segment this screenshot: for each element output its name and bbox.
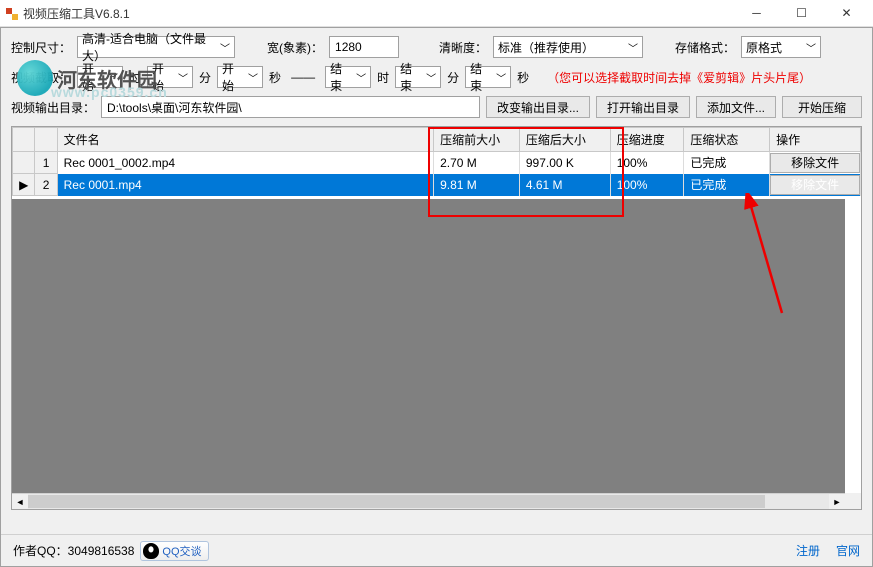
- outdir-label: 视频输出目录：: [11, 99, 95, 116]
- window-title: 视频压缩工具V6.8.1: [23, 5, 734, 22]
- file-table[interactable]: 文件名 压缩前大小 压缩后大小 压缩进度 压缩状态 操作 1Rec 0001_0…: [12, 127, 861, 196]
- chevron-down-icon: ﹀: [426, 70, 436, 85]
- cell-progress: 100%: [610, 174, 684, 196]
- hour-label: 时: [129, 69, 141, 86]
- remove-file-button[interactable]: 移除文件: [770, 175, 860, 195]
- size-label: 控制尺寸：: [11, 39, 71, 56]
- end-sec-select[interactable]: 结束﹀: [465, 66, 511, 88]
- website-link[interactable]: 官网: [836, 542, 860, 559]
- row-pointer: ▶: [13, 174, 35, 196]
- start-compress-button[interactable]: 开始压缩: [782, 96, 862, 118]
- header-progress[interactable]: 压缩进度: [610, 128, 684, 152]
- titlebar: 视频压缩工具V6.8.1 ─ ☐ ✕: [0, 0, 873, 27]
- scroll-right-button[interactable]: ►: [829, 494, 845, 510]
- clarity-label: 清晰度：: [439, 39, 487, 56]
- remove-file-button[interactable]: 移除文件: [770, 153, 860, 173]
- clarity-select[interactable]: 标准（推荐使用） ﹀: [493, 36, 643, 58]
- minimize-button[interactable]: ─: [734, 0, 779, 26]
- app-icon: [4, 6, 18, 20]
- cell-name: Rec 0001_0002.mp4: [57, 152, 433, 174]
- row-index: 2: [35, 174, 57, 196]
- scroll-corner: [845, 493, 861, 509]
- size-select[interactable]: 高清-适合电脑（文件最大）﹀: [77, 36, 235, 58]
- scroll-thumb[interactable]: [28, 495, 765, 508]
- table-row[interactable]: ▶2Rec 0001.mp49.81 M4.61 M100%已完成移除文件: [13, 174, 861, 196]
- table-empty-area: [12, 199, 845, 493]
- footer: 作者QQ：3049816538 QQ交谈 注册 官网: [1, 534, 872, 566]
- chevron-down-icon: ﹀: [248, 70, 258, 85]
- crop-hint: （您可以选择截取时间去掉《爱剪辑》片头片尾）: [547, 69, 811, 86]
- cell-status: 已完成: [684, 152, 770, 174]
- outdir-value: D:\tools\桌面\河东软件园\: [107, 99, 242, 116]
- chevron-down-icon: ﹀: [178, 70, 188, 85]
- cell-progress: 100%: [610, 152, 684, 174]
- width-value: 1280: [335, 40, 362, 54]
- cell-name: Rec 0001.mp4: [57, 174, 433, 196]
- chevron-down-icon: ﹀: [220, 40, 230, 55]
- qq-chat-button[interactable]: QQ交谈: [140, 541, 208, 561]
- author-label: 作者QQ：3049816538: [13, 542, 134, 559]
- end-min-select[interactable]: 结束﹀: [395, 66, 441, 88]
- chevron-down-icon: ﹀: [628, 40, 638, 55]
- chevron-down-icon: ﹀: [496, 70, 506, 85]
- min-label: 分: [199, 69, 211, 86]
- sec-label: 秒: [269, 69, 281, 86]
- watermark-url: www.pc0359.cn: [51, 84, 168, 100]
- chevron-down-icon: ﹀: [108, 70, 118, 85]
- cell-after: 997.00 K: [519, 152, 610, 174]
- row-pointer: [13, 152, 35, 174]
- horizontal-scrollbar[interactable]: ◄ ►: [12, 493, 845, 509]
- header-idx[interactable]: [35, 128, 57, 152]
- file-table-container: 文件名 压缩前大小 压缩后大小 压缩进度 压缩状态 操作 1Rec 0001_0…: [11, 126, 862, 510]
- header-action[interactable]: 操作: [770, 128, 861, 152]
- cell-before: 2.70 M: [434, 152, 520, 174]
- qq-chat-label: QQ交谈: [162, 543, 201, 559]
- cell-before: 9.81 M: [434, 174, 520, 196]
- scroll-left-button[interactable]: ◄: [12, 494, 28, 510]
- hour-label2: 时: [377, 69, 389, 86]
- min-label2: 分: [447, 69, 459, 86]
- header-before[interactable]: 压缩前大小: [434, 128, 520, 152]
- range-dash: ——: [291, 70, 315, 84]
- header-pointer[interactable]: [13, 128, 35, 152]
- start-sec-select[interactable]: 开始﹀: [217, 66, 263, 88]
- close-button[interactable]: ✕: [824, 0, 869, 26]
- chevron-down-icon: ﹀: [806, 40, 816, 55]
- format-value: 原格式: [746, 39, 782, 56]
- format-label: 存储格式：: [675, 39, 735, 56]
- add-file-button[interactable]: 添加文件...: [696, 96, 776, 118]
- width-input[interactable]: 1280: [329, 36, 399, 58]
- scroll-track[interactable]: [28, 494, 829, 509]
- size-value: 高清-适合电脑（文件最大）: [82, 30, 216, 64]
- sec-label2: 秒: [517, 69, 529, 86]
- header-status[interactable]: 压缩状态: [684, 128, 770, 152]
- open-dir-button[interactable]: 打开输出目录: [596, 96, 690, 118]
- header-after[interactable]: 压缩后大小: [519, 128, 610, 152]
- end-hour-select[interactable]: 结束﹀: [325, 66, 371, 88]
- table-row[interactable]: 1Rec 0001_0002.mp42.70 M997.00 K100%已完成移…: [13, 152, 861, 174]
- crop-label: 视频截取：: [11, 69, 71, 86]
- width-label: 宽(象素)：: [267, 39, 323, 56]
- maximize-button[interactable]: ☐: [779, 0, 824, 26]
- cell-after: 4.61 M: [519, 174, 610, 196]
- cell-status: 已完成: [684, 174, 770, 196]
- format-select[interactable]: 原格式 ﹀: [741, 36, 821, 58]
- header-name[interactable]: 文件名: [57, 128, 433, 152]
- row-index: 1: [35, 152, 57, 174]
- chevron-down-icon: ﹀: [356, 70, 366, 85]
- qq-penguin-icon: [143, 543, 159, 559]
- clarity-value: 标准（推荐使用）: [498, 39, 594, 56]
- change-dir-button[interactable]: 改变输出目录...: [486, 96, 590, 118]
- register-link[interactable]: 注册: [796, 542, 820, 559]
